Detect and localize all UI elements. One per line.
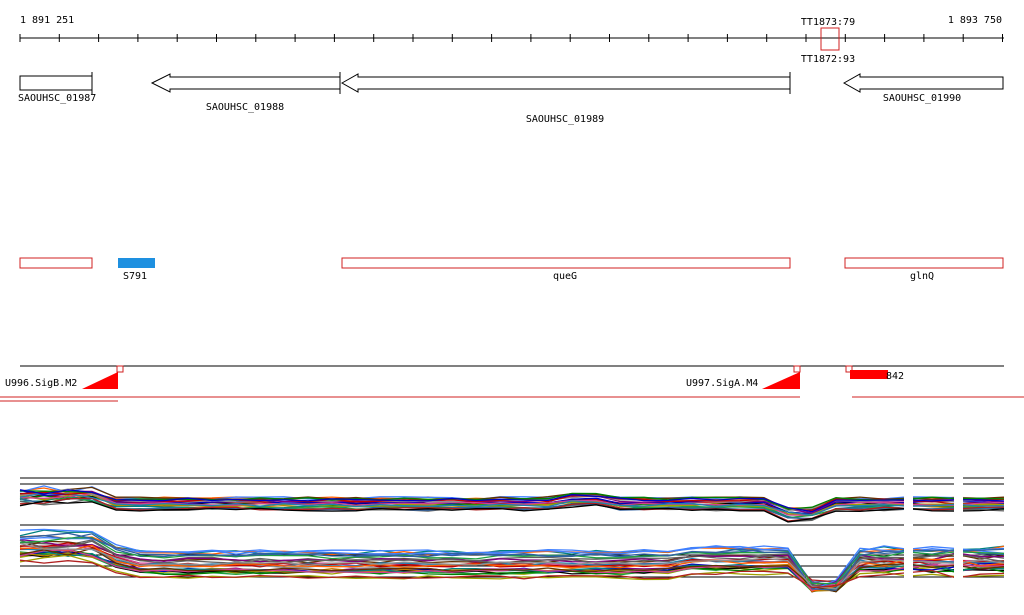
feature-label-queg[interactable]: queG	[553, 271, 577, 282]
promoter-triangle-u996[interactable]	[82, 372, 118, 389]
genome-browser-view: 1 891 251 1 893 750 TT1873:79 TT1872:93 …	[0, 0, 1024, 611]
terminator-label-bottom[interactable]: TT1872:93	[801, 54, 855, 65]
feature-box-queg[interactable]	[341, 257, 791, 269]
gene-label-01989[interactable]: SAOUHSC_01989	[526, 114, 604, 125]
expression-gap-1	[904, 470, 913, 600]
coordinate-end-label: 1 893 750	[948, 15, 1002, 26]
promoter-marker-u996[interactable]	[116, 365, 124, 373]
coordinate-ruler: 1 891 251 1 893 750 TT1873:79 TT1872:93	[19, 15, 1004, 65]
promoter-triangle-u997[interactable]	[762, 372, 800, 389]
feature-track: S791 queG glnQ	[19, 257, 1004, 282]
gene-track: SAOUHSC_01987 SAOUHSC_01988 SAOUHSC_0198…	[18, 72, 1004, 125]
feature-box-glnq[interactable]	[844, 257, 1004, 269]
srna-label-s791[interactable]: S791	[123, 271, 147, 282]
transcription-track: U996.SigB.M2 U997.SigA.M4 842	[0, 365, 1024, 404]
terminator-label-top[interactable]: TT1873:79	[801, 17, 855, 28]
gene-arrow-01990[interactable]	[842, 73, 1004, 93]
gene-arrow-01988[interactable]	[150, 73, 341, 93]
transcript-label-u842[interactable]: 842	[886, 371, 904, 382]
promoter-marker-u997[interactable]	[793, 365, 801, 373]
terminator-marker[interactable]	[820, 27, 840, 51]
promoter-label-u997[interactable]: U997.SigA.M4	[686, 378, 758, 389]
gene-arrow-01989[interactable]	[340, 73, 791, 93]
transcription-gap	[800, 392, 852, 404]
expression-track	[19, 470, 1005, 600]
gene-label-01987[interactable]: SAOUHSC_01987	[18, 93, 96, 104]
srna-box-s791[interactable]	[118, 258, 155, 268]
coordinate-start-label: 1 891 251	[20, 15, 74, 26]
gene-label-01988[interactable]: SAOUHSC_01988	[206, 102, 284, 113]
promoter-label-u996[interactable]: U996.SigB.M2	[5, 378, 77, 389]
transcript-box-u842[interactable]	[850, 370, 888, 379]
expression-gap-2	[954, 470, 963, 600]
feature-label-glnq[interactable]: glnQ	[910, 271, 934, 282]
feature-box-01987[interactable]	[19, 257, 93, 269]
gene-arrow-01987[interactable]	[19, 75, 93, 91]
gene-label-01990[interactable]: SAOUHSC_01990	[883, 93, 961, 104]
expression-profile-lines	[19, 477, 1005, 593]
